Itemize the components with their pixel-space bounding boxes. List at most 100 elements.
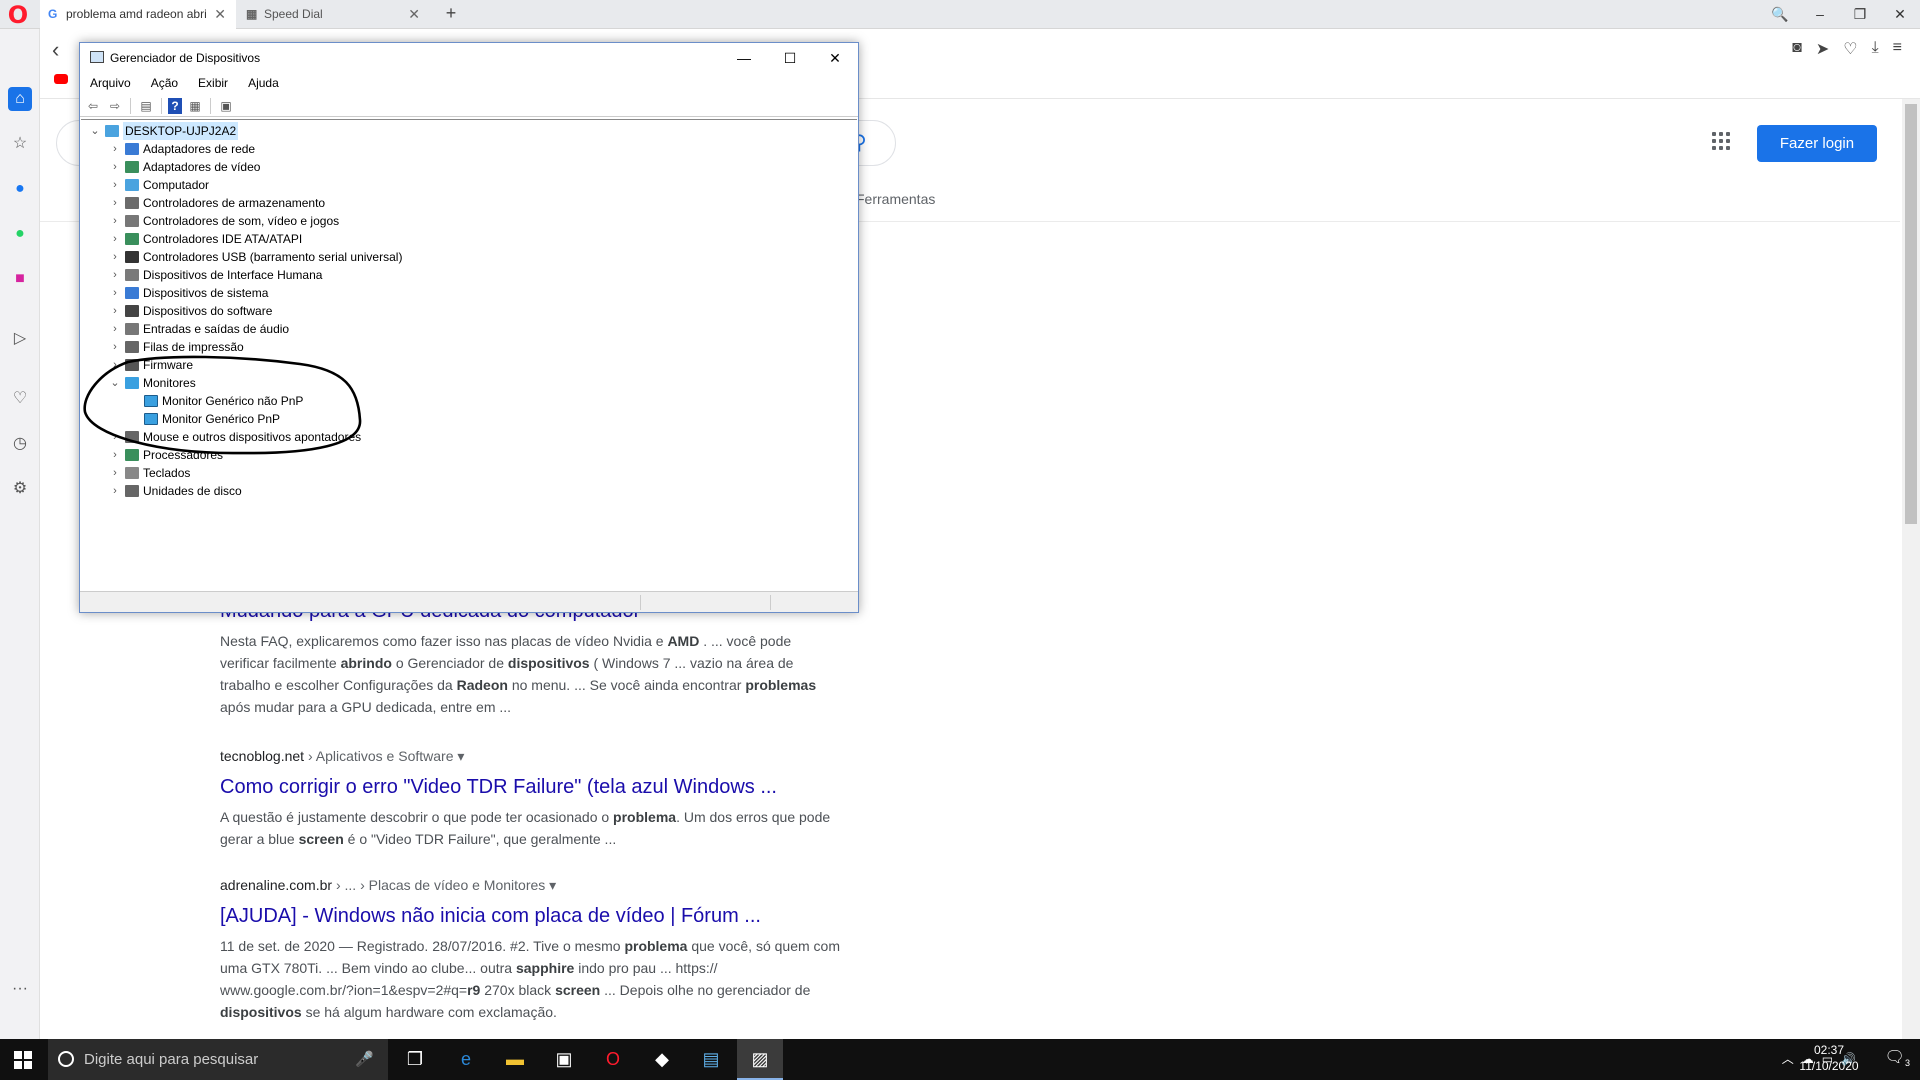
star-icon[interactable]: ☆ — [8, 132, 32, 156]
settings-icon[interactable]: ⚙ — [8, 477, 32, 501]
forward-icon[interactable]: ⇨ — [106, 98, 124, 114]
minimize-button[interactable]: — — [721, 43, 767, 73]
device-manager-icon[interactable]: ▨ — [737, 1039, 783, 1080]
whatsapp-icon[interactable]: ● — [8, 222, 32, 246]
mouse-icon — [125, 431, 139, 443]
edge-icon[interactable]: e — [443, 1039, 489, 1080]
download-icon[interactable]: ⤓ — [1872, 39, 1879, 59]
help-icon[interactable]: ? — [168, 97, 182, 114]
view-icon[interactable]: ▦ — [186, 98, 204, 114]
close-button[interactable]: ✕ — [1880, 0, 1920, 29]
chevron-right-icon[interactable]: › — [109, 428, 121, 446]
tab-speed-dial[interactable]: ▦ Speed Dial ✕ — [238, 0, 430, 29]
clock[interactable]: 02:37 11/10/2020 — [1794, 1042, 1864, 1074]
home-icon[interactable]: ⌂ — [8, 87, 32, 111]
messenger-icon[interactable]: ● — [8, 177, 32, 201]
instagram-icon[interactable]: ■ — [8, 267, 32, 291]
file-explorer-icon[interactable]: ▬ — [492, 1039, 538, 1080]
menu-icon[interactable]: ≡ — [1893, 39, 1902, 59]
camera-icon[interactable]: ◙ — [1792, 39, 1802, 59]
restore-button[interactable]: ❐ — [1840, 0, 1880, 29]
chevron-right-icon[interactable]: › — [109, 320, 121, 338]
minimize-button[interactable]: – — [1800, 0, 1840, 29]
chevron-right-icon[interactable]: › — [109, 464, 121, 482]
menu-exibir[interactable]: Exibir — [188, 73, 238, 93]
chevron-right-icon[interactable]: › — [109, 356, 121, 374]
google-apps-icon[interactable] — [1712, 132, 1730, 150]
maximize-button[interactable]: ☐ — [767, 43, 813, 73]
snippet-highlight: sapphire — [515, 960, 575, 976]
properties-icon[interactable]: ▤ — [137, 98, 155, 114]
back-arrow-icon[interactable]: ‹ — [52, 37, 59, 63]
new-tab-button[interactable]: + — [440, 0, 462, 29]
chevron-right-icon[interactable]: › — [109, 212, 121, 230]
chevron-right-icon[interactable]: › — [109, 338, 121, 356]
youtube-bookmark-icon[interactable] — [54, 74, 68, 84]
tab-close-icon[interactable]: ✕ — [408, 0, 420, 29]
cpu-icon — [125, 449, 139, 461]
menu-arquivo[interactable]: Arquivo — [80, 73, 141, 93]
result-title-link[interactable]: [AJUDA] - Windows não inicia com placa d… — [220, 903, 840, 929]
tab-close-icon[interactable]: ✕ — [214, 0, 226, 29]
login-button[interactable]: Fazer login — [1757, 125, 1877, 162]
chevron-down-icon[interactable]: ⌄ — [109, 374, 121, 392]
chevron-right-icon[interactable]: › — [109, 248, 121, 266]
window-titlebar[interactable]: Gerenciador de Dispositivos — ☐ ✕ — [80, 43, 858, 73]
result-cite[interactable]: adrenaline.com.br › ... › Placas de víde… — [220, 877, 840, 899]
heart-icon[interactable]: ♡ — [1843, 39, 1857, 59]
taskbar: Digite aqui para pesquisar 🎤 ❐ e ▬ ▣ O ◆… — [0, 1039, 1920, 1080]
computer-icon — [125, 179, 139, 191]
menu-acao[interactable]: Ação — [141, 73, 188, 93]
chevron-down-icon[interactable]: ⌄ — [89, 122, 101, 140]
snippet-highlight: AMD — [667, 633, 700, 649]
system-icon — [125, 287, 139, 299]
chevron-right-icon[interactable]: › — [109, 446, 121, 464]
send-icon[interactable]: ▷ — [8, 327, 32, 351]
tab-active[interactable]: G problema amd radeon abri ✕ — [40, 0, 236, 29]
search-icon[interactable]: 🔍 — [1760, 0, 1800, 29]
chevron-up-icon[interactable]: ︿ — [1782, 1043, 1794, 1075]
tree-node-label: Controladores USB (barramento serial uni… — [143, 250, 403, 264]
notification-icon[interactable]: 🗨3 — [1885, 1047, 1910, 1068]
chevron-right-icon[interactable]: › — [109, 302, 121, 320]
menu-ajuda[interactable]: Ajuda — [238, 73, 289, 93]
scrollbar-thumb[interactable] — [1905, 104, 1917, 524]
start-button[interactable] — [0, 1039, 46, 1080]
tree-node-label: Monitores — [143, 376, 196, 390]
result-title-link[interactable]: Como corrigir o erro "Video TDR Failure"… — [220, 774, 840, 800]
more-icon[interactable]: ··· — [8, 977, 32, 1001]
chevron-right-icon[interactable]: › — [109, 194, 121, 212]
chevron-right-icon[interactable]: › — [109, 284, 121, 302]
app-icon[interactable]: ▤ — [688, 1039, 734, 1080]
task-view-icon[interactable]: ❐ — [392, 1039, 438, 1080]
opera-icon[interactable]: O — [590, 1039, 636, 1080]
chevron-right-icon[interactable]: › — [109, 230, 121, 248]
history-icon[interactable]: ◷ — [8, 432, 32, 456]
share-icon[interactable]: ➤ — [1816, 39, 1829, 59]
close-button[interactable]: ✕ — [812, 43, 858, 73]
chevron-right-icon[interactable]: › — [109, 158, 121, 176]
snippet-text: 11 de set. de 2020 — Registrado. 28/07/2… — [220, 938, 625, 954]
scan-hardware-icon[interactable]: ▣ — [217, 98, 235, 114]
window-title: Gerenciador de Dispositivos — [110, 51, 261, 65]
back-icon[interactable]: ⇦ — [84, 98, 102, 114]
store-icon[interactable]: ▣ — [541, 1039, 587, 1080]
monitor-icon — [144, 413, 158, 425]
result-path: › ... › Placas de vídeo e Monitores ▾ — [332, 877, 557, 893]
chevron-right-icon[interactable]: › — [109, 482, 121, 500]
result-domain: tecnoblog.net — [220, 748, 305, 764]
tools-tab[interactable]: Ferramentas — [856, 191, 935, 207]
result-cite[interactable]: tecnoblog.net › Aplicativos e Software ▾ — [220, 748, 840, 770]
chevron-right-icon[interactable]: › — [109, 266, 121, 284]
opera-menu-icon[interactable]: O — [6, 3, 30, 28]
tree-node-label: DESKTOP-UJPJ2A2 — [123, 122, 239, 140]
microphone-icon[interactable]: 🎤 — [355, 1039, 374, 1080]
game-icon[interactable]: ◆ — [639, 1039, 685, 1080]
heart-icon[interactable]: ♡ — [8, 387, 32, 411]
chevron-right-icon[interactable]: › — [109, 140, 121, 158]
chevron-right-icon[interactable]: › — [109, 176, 121, 194]
status-bar — [80, 591, 858, 612]
taskbar-search-input[interactable]: Digite aqui para pesquisar 🎤 — [48, 1039, 388, 1080]
tree-node-label: Dispositivos de sistema — [143, 286, 269, 300]
snippet-text: após mudar para a GPU dedicada, entre em… — [220, 699, 512, 715]
